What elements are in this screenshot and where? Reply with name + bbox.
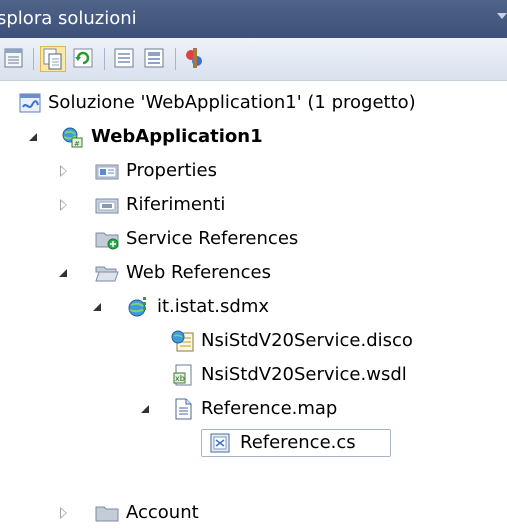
svg-text:xb: xb	[175, 374, 185, 383]
toolbar-separator	[104, 48, 105, 70]
tree-item-label: it.istat.sdmx	[157, 296, 270, 317]
references-folder-icon	[95, 198, 119, 214]
show-all-files-button[interactable]	[40, 46, 66, 72]
tree-item-properties[interactable]: Properties	[0, 154, 507, 188]
show-all-files-icon	[43, 48, 62, 70]
collapsed-arrow-icon[interactable]	[58, 165, 70, 177]
tree-item-label: NsiStdV20Service.wsdl	[201, 364, 407, 385]
cs-file-icon	[210, 433, 230, 453]
tree-item-label: Account	[126, 502, 199, 523]
tree-item-references[interactable]: Riferimenti	[0, 188, 507, 222]
class-diagram-icon	[186, 48, 202, 68]
view-code-icon	[114, 48, 134, 68]
tree-item-project[interactable]: # WebApplication1	[0, 120, 507, 154]
expanded-arrow-icon[interactable]	[140, 403, 152, 415]
tree-item-disco-file[interactable]: NsiStdV20Service.disco	[0, 324, 507, 358]
folder-icon	[95, 506, 119, 522]
web-reference-globe-icon	[128, 297, 146, 317]
tree-item-label: Properties	[126, 160, 217, 181]
properties-folder-icon	[95, 164, 119, 180]
wsdl-file-icon: xb	[173, 364, 192, 386]
refresh-icon	[73, 48, 93, 68]
refresh-button[interactable]	[71, 46, 97, 72]
tree-item-web-reference[interactable]: it.istat.sdmx	[0, 290, 507, 324]
map-file-icon	[175, 398, 192, 420]
collapsed-arrow-icon[interactable]	[58, 507, 70, 519]
tree-item-solution[interactable]: Soluzione 'WebApplication1' (1 progetto)	[0, 86, 507, 120]
view-code-button[interactable]	[112, 46, 138, 72]
service-references-folder-icon	[95, 232, 119, 250]
tree-item-label: Service References	[126, 228, 299, 249]
view-designer-icon	[144, 48, 164, 68]
svg-text:#: #	[74, 140, 80, 148]
properties-button[interactable]	[2, 46, 28, 72]
view-designer-button[interactable]	[142, 46, 168, 72]
tree-item-cs-file[interactable]: Reference.cs	[0, 426, 507, 460]
solution-icon	[19, 93, 41, 113]
solution-explorer-toolbar	[0, 38, 507, 81]
web-references-folder-icon	[95, 266, 119, 282]
tree-item-label: Web References	[126, 262, 271, 283]
toolbar-separator	[33, 48, 34, 70]
web-project-icon: #	[62, 127, 83, 148]
class-diagram-button[interactable]	[182, 46, 208, 72]
window-position-dropdown-icon[interactable]	[497, 13, 507, 19]
tree-item-web-references[interactable]: Web References	[0, 256, 507, 290]
tree-item-label: Riferimenti	[126, 194, 226, 215]
tree-item-wsdl-file[interactable]: xb NsiStdV20Service.wsdl	[0, 358, 507, 392]
toolbar-separator	[175, 48, 176, 70]
tree-item-service-references[interactable]: Service References	[0, 222, 507, 256]
tree-item-label: Soluzione 'WebApplication1' (1 progetto)	[48, 92, 416, 113]
collapsed-arrow-icon[interactable]	[58, 199, 70, 211]
properties-icon	[4, 48, 23, 68]
disco-file-icon	[171, 330, 194, 352]
tree-item-label: WebApplication1	[91, 126, 263, 147]
solution-tree: Soluzione 'WebApplication1' (1 progetto)…	[0, 80, 507, 523]
tree-item-account-folder[interactable]: Account	[0, 496, 507, 530]
expanded-arrow-icon[interactable]	[28, 131, 40, 143]
expanded-arrow-icon[interactable]	[92, 301, 104, 313]
expanded-arrow-icon[interactable]	[58, 267, 70, 279]
tree-item-label: Reference.map	[201, 398, 338, 419]
solution-explorer-titlebar: splora soluzioni	[0, 0, 507, 38]
tree-item-label: NsiStdV20Service.disco	[201, 330, 413, 351]
panel-title: splora soluzioni	[0, 8, 137, 29]
tree-item-map-file[interactable]: Reference.map	[0, 392, 507, 426]
tree-item-label: Reference.cs	[240, 432, 356, 453]
